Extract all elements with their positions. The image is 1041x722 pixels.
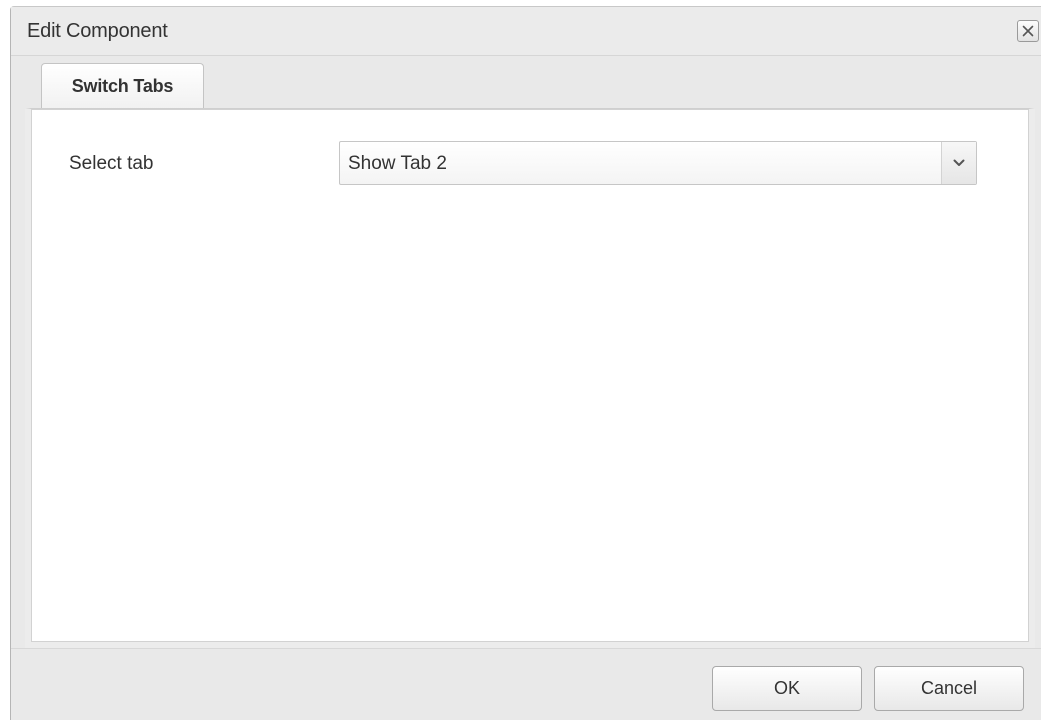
tab-label: Switch Tabs	[71, 76, 174, 96]
dialog-titlebar: Edit Component	[11, 7, 1041, 56]
select-tab-value: Show Tab 2	[348, 153, 447, 174]
dialog-footer: OK Cancel	[11, 648, 1041, 722]
dialog-title: Edit Component	[27, 20, 168, 42]
tab-switch-tabs[interactable]: Switch Tabs	[41, 63, 204, 109]
close-icon	[1022, 25, 1034, 37]
cancel-button[interactable]: Cancel	[874, 666, 1024, 711]
close-button[interactable]	[1017, 20, 1039, 42]
select-tab-dropdown[interactable]: Show Tab 2	[339, 141, 977, 185]
ok-button[interactable]: OK	[712, 666, 862, 711]
chevron-down-icon	[953, 159, 965, 166]
select-tab-label: Select tab	[69, 153, 154, 174]
dropdown-trigger[interactable]	[941, 142, 976, 184]
edit-component-dialog: Edit Component Switch Tabs Select tab Sh…	[10, 6, 1041, 720]
tab-strip: Switch Tabs	[25, 55, 1035, 109]
tab-panel: Select tab Show Tab 2	[25, 108, 1035, 648]
